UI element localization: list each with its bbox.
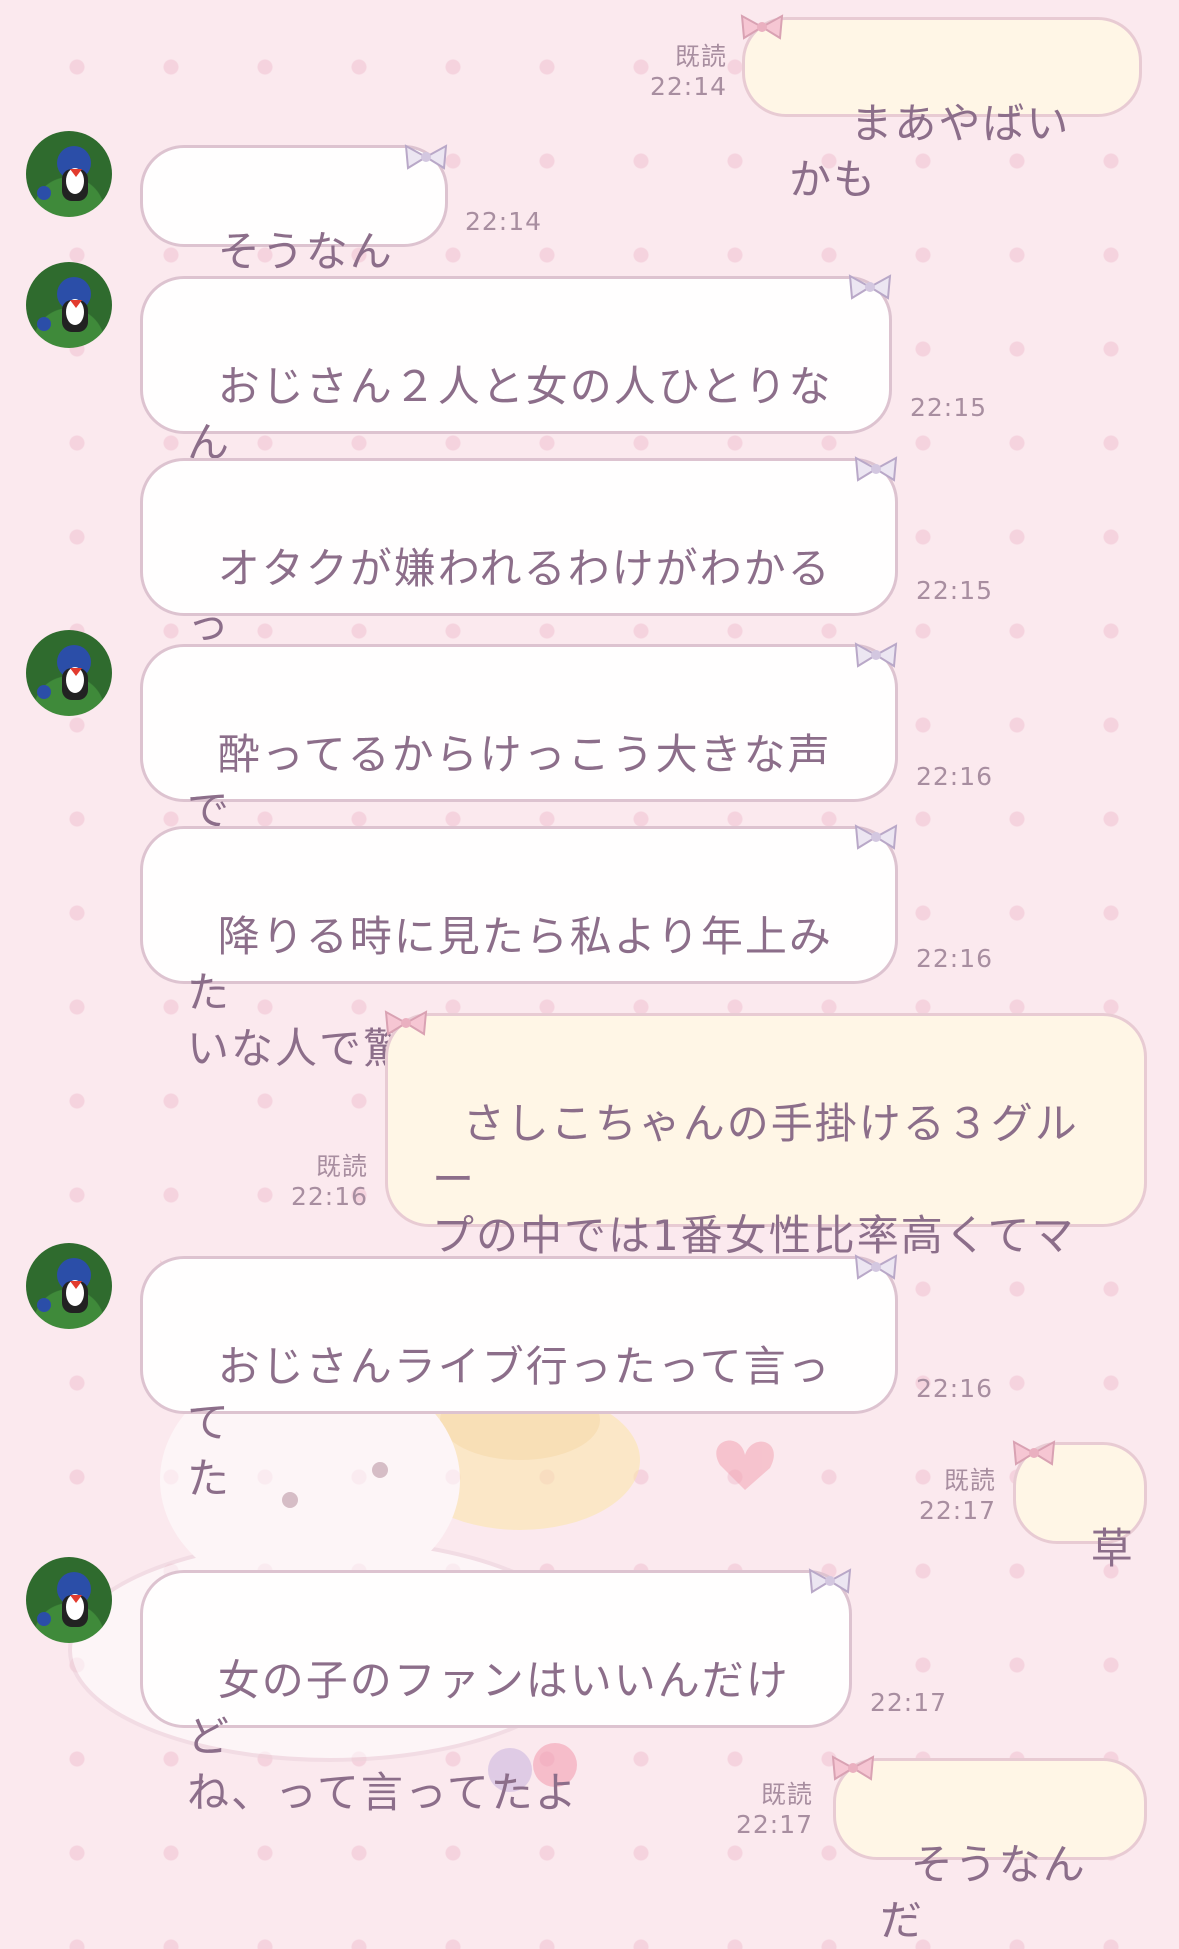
message-text: そうなんだ	[880, 1840, 1087, 1945]
message-time: 22:15	[910, 393, 988, 422]
ribbon-bow-icon	[854, 824, 898, 850]
message-bubble[interactable]: そうなんだ	[833, 1758, 1147, 1945]
read-receipt: 既読	[674, 42, 727, 71]
message-time: 22:16	[916, 944, 994, 973]
message-bubble[interactable]: まあやばいかも	[742, 17, 1142, 204]
mascot-avatar-icon[interactable]	[26, 1243, 112, 1329]
mascot-avatar-icon[interactable]	[26, 630, 112, 716]
message-time: 22:16	[916, 1374, 994, 1403]
ribbon-bow-icon	[808, 1568, 852, 1594]
ribbon-bow-icon	[854, 456, 898, 482]
mascot-avatar-icon[interactable]	[26, 131, 112, 217]
message-bubble[interactable]: オタクが嫌われるわけがわかるっ て	[140, 458, 898, 705]
message-bubble[interactable]: 降りる時に見たら私より年上みた いな人で驚いた	[140, 826, 898, 1073]
mascot-avatar-icon[interactable]	[26, 262, 112, 348]
mascot-avatar-icon[interactable]	[26, 1557, 112, 1643]
ribbon-bow-icon	[1012, 1440, 1056, 1466]
message-text: 草	[1090, 1524, 1135, 1573]
ribbon-bow-icon	[831, 1755, 875, 1781]
message-bubble[interactable]: おじさん２人と女の人ひとりなん だけどその女の人が	[140, 276, 892, 523]
message-bubble[interactable]: さしこちゃんの手掛ける３グルー プの中では1番女性比率高くてマ シな方なんだけど…	[385, 1013, 1147, 1316]
ribbon-bow-icon	[740, 14, 784, 40]
read-receipt: 既読	[943, 1466, 996, 1495]
read-receipt: 既読	[315, 1152, 368, 1181]
ribbon-bow-icon	[854, 642, 898, 668]
read-receipt: 既読	[760, 1780, 813, 1809]
ribbon-bow-icon	[404, 144, 448, 170]
message-row-outgoing: 既読 22:14 まあやばいかも	[0, 0, 1179, 204]
message-time: 22:15	[916, 576, 994, 605]
message-time: 22:16	[916, 762, 994, 791]
message-time: 22:14	[649, 72, 727, 101]
ribbon-bow-icon	[854, 1254, 898, 1280]
message-time: 22:14	[465, 207, 543, 236]
message-time: 22:16	[290, 1182, 368, 1211]
message-bubble[interactable]: 酔ってるからけっこう大きな声で 話してたんだけど	[140, 644, 898, 891]
message-bubble[interactable]: 女の子のファンはいいんだけど ね、って言ってたよ	[140, 1570, 852, 1817]
ribbon-bow-icon	[384, 1010, 428, 1036]
message-bubble[interactable]: おじさんライブ行ったって言って た	[140, 1256, 898, 1503]
message-time: 22:17	[735, 1810, 813, 1839]
message-time: 22:17	[870, 1688, 948, 1717]
ribbon-bow-icon	[848, 274, 892, 300]
message-time: 22:17	[918, 1496, 996, 1525]
